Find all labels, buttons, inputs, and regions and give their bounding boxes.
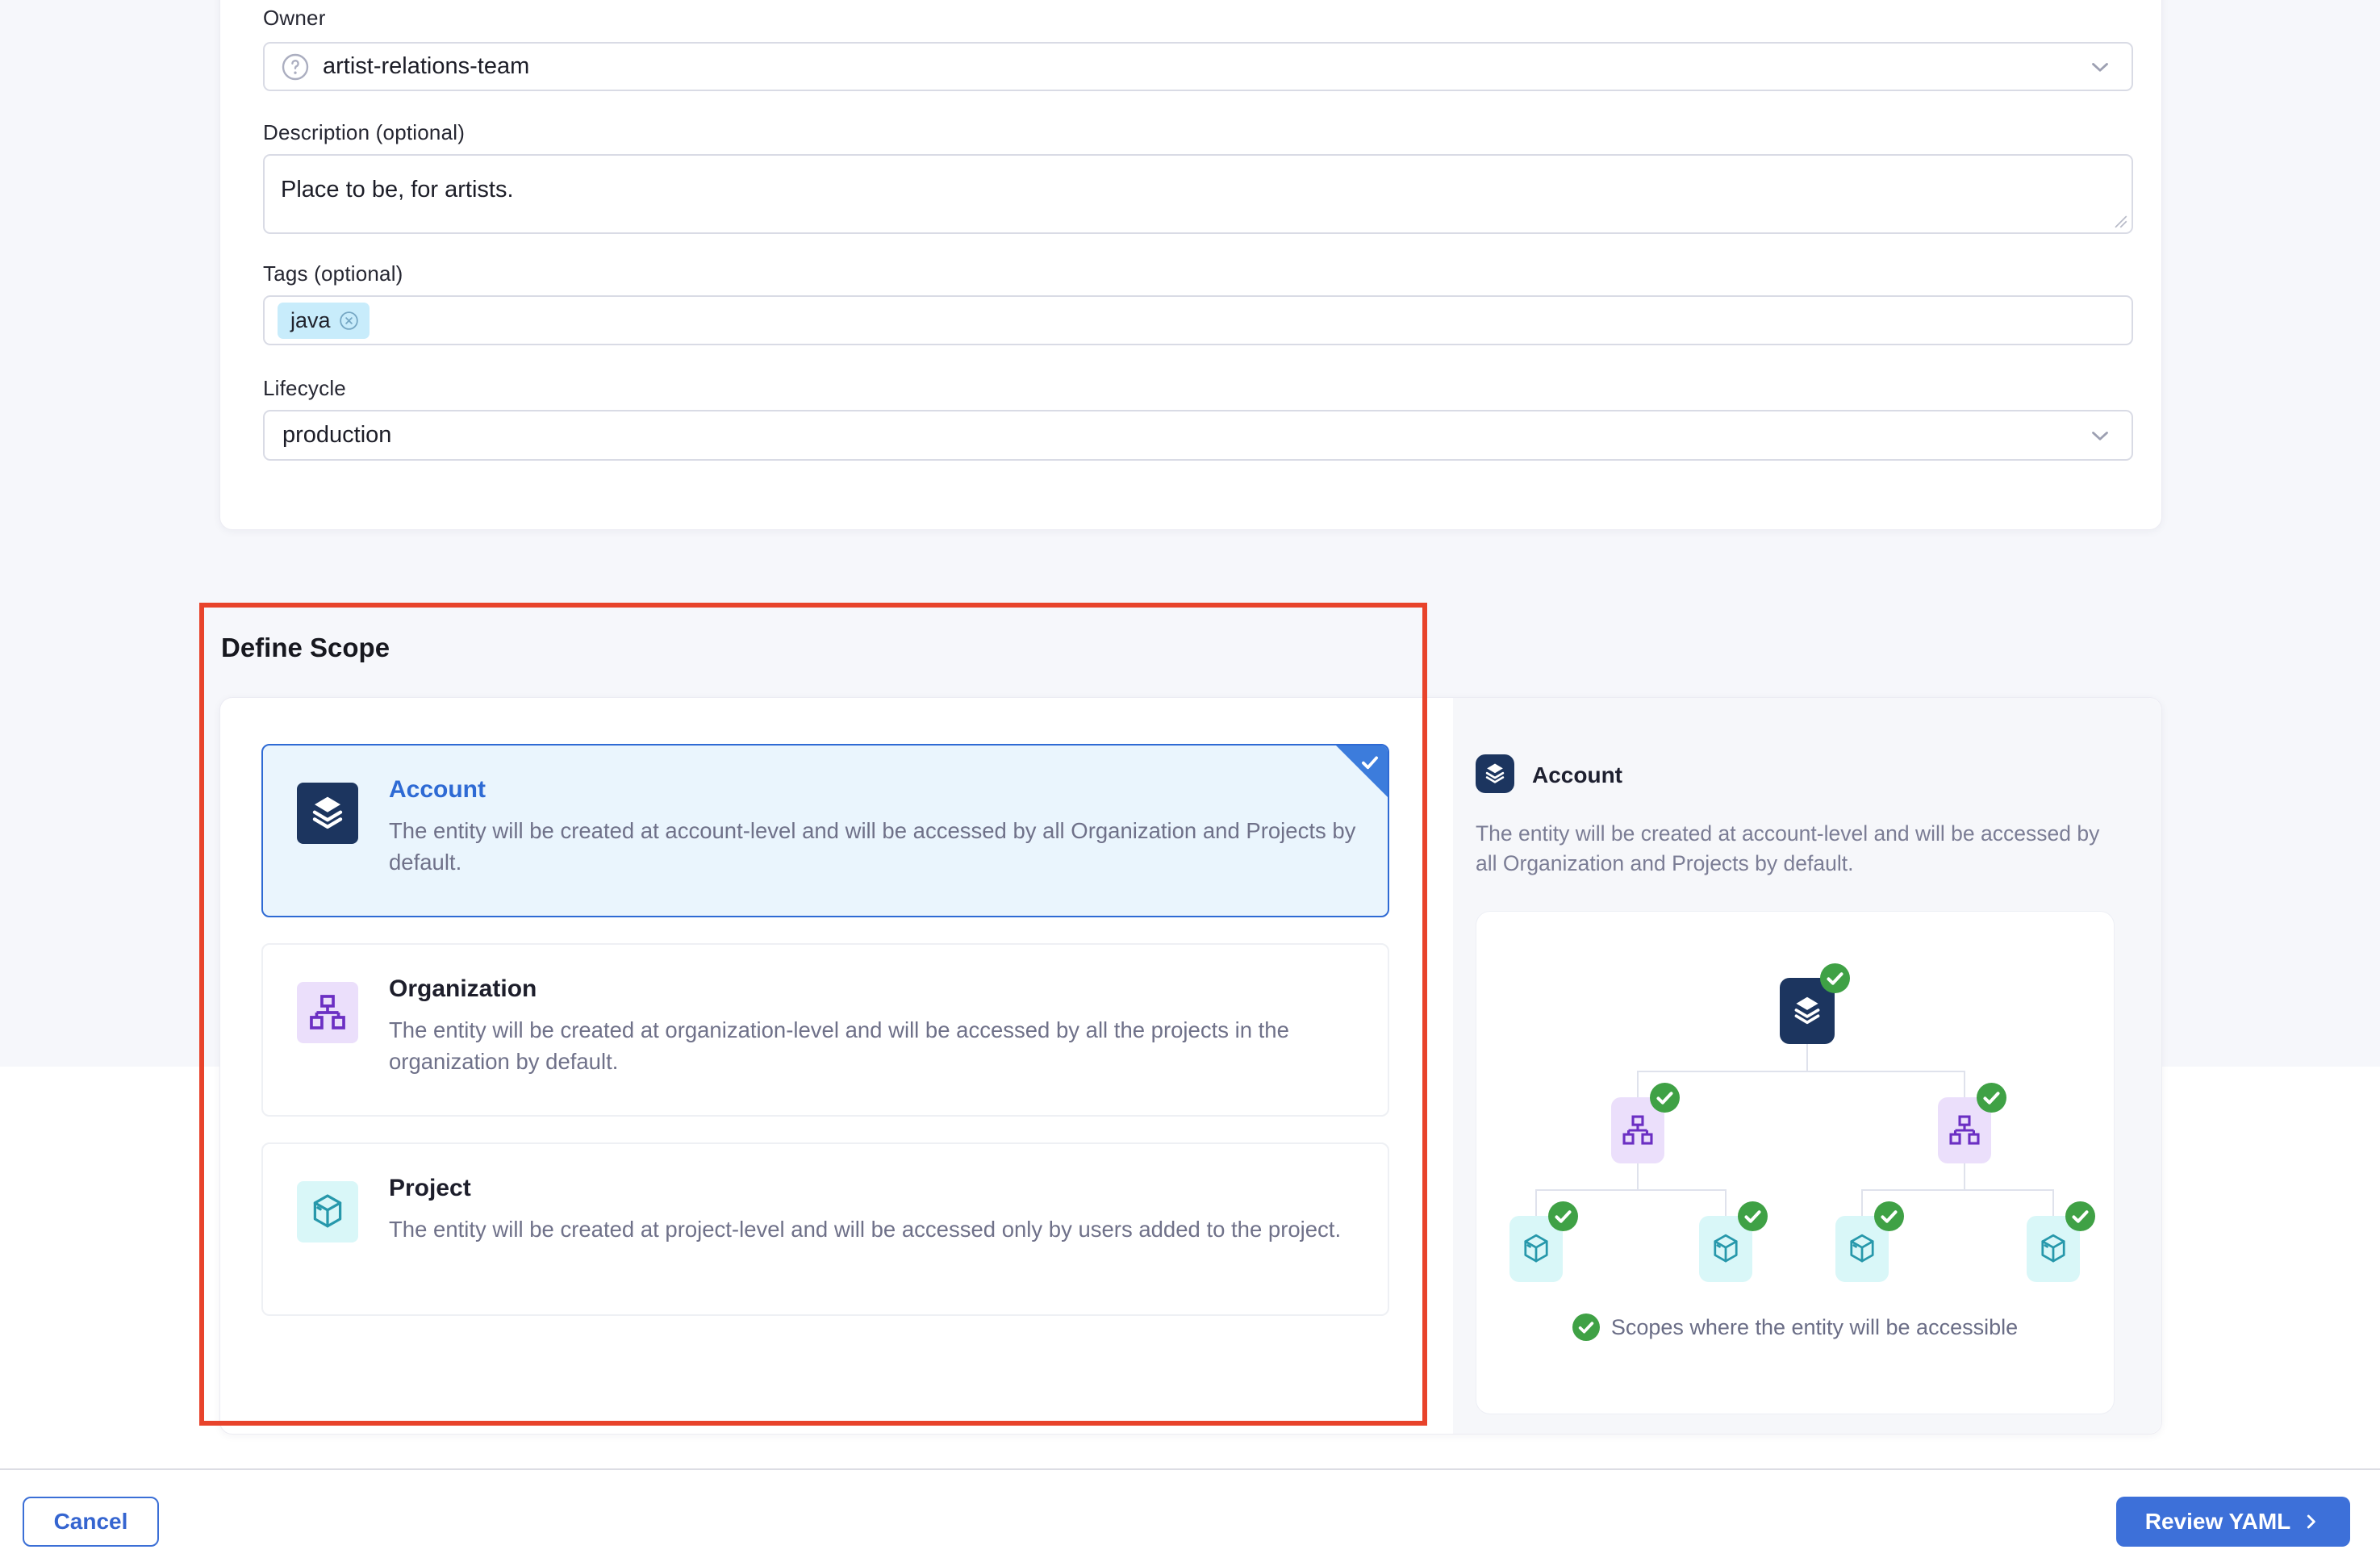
tags-label: Tags (optional): [263, 261, 403, 286]
scope-option-title: Project: [389, 1175, 471, 1202]
tag-chip-label: java: [290, 308, 331, 333]
tree-connector: [2052, 1190, 2054, 1216]
preview-description: The entity will be created at account-le…: [1476, 819, 2113, 879]
org-chart-icon: [307, 992, 349, 1034]
chevron-down-icon[interactable]: [2086, 53, 2114, 81]
scope-option-project[interactable]: Project The entity will be created at pr…: [261, 1142, 1389, 1316]
review-yaml-button[interactable]: Review YAML: [2116, 1497, 2350, 1547]
scope-option-description: The entity will be created at project-le…: [389, 1213, 1361, 1245]
org-chart-icon: [1620, 1113, 1656, 1148]
tree-connector: [1861, 1190, 1863, 1216]
owner-select[interactable]: artist-relations-team: [263, 42, 2133, 91]
description-label: Description (optional): [263, 120, 465, 145]
cube-icon: [1708, 1231, 1743, 1267]
cube-icon: [1518, 1231, 1554, 1267]
question-circle-icon: [281, 52, 310, 81]
description-value: Place to be, for artists.: [281, 177, 514, 203]
define-scope-heading: Define Scope: [221, 633, 390, 663]
review-yaml-label: Review YAML: [2145, 1509, 2291, 1535]
preview-title: Account: [1532, 762, 1622, 788]
scope-option-title: Account: [389, 776, 486, 804]
project-tile: [297, 1181, 358, 1242]
tree-connector: [1637, 1071, 1639, 1097]
check-circle-icon: [1977, 1083, 2006, 1113]
tree-connector: [1861, 1189, 2054, 1191]
tag-chip-java[interactable]: java: [278, 303, 370, 339]
layers-icon: [1789, 993, 1825, 1029]
define-scope-card: Account The entity will be created at ac…: [219, 697, 2162, 1435]
cube-icon: [2036, 1231, 2071, 1267]
lifecycle-label: Lifecycle: [263, 376, 346, 401]
cancel-button[interactable]: Cancel: [23, 1497, 159, 1547]
account-tile-small: [1476, 754, 1514, 793]
check-circle-icon: [2065, 1201, 2095, 1231]
scope-tree-card: Scopes where the entity will be accessib…: [1476, 911, 2115, 1414]
scope-option-organization[interactable]: Organization The entity will be created …: [261, 943, 1389, 1117]
tree-caption: Scopes where the entity will be accessib…: [1476, 1314, 2114, 1341]
tree-connector: [1637, 1163, 1639, 1190]
organization-tile: [297, 982, 358, 1043]
owner-value: artist-relations-team: [323, 53, 529, 80]
tree-connector: [1964, 1163, 1965, 1190]
tags-input[interactable]: java: [263, 295, 2133, 345]
description-textarea[interactable]: Place to be, for artists.: [263, 154, 2133, 234]
scope-option-description: The entity will be created at account-le…: [389, 815, 1361, 878]
tree-connector: [1806, 1044, 1808, 1071]
check-circle-icon: [1820, 963, 1850, 993]
resize-handle-icon[interactable]: [2111, 212, 2127, 228]
layers-icon: [1482, 761, 1508, 787]
cancel-button-label: Cancel: [54, 1509, 128, 1535]
lifecycle-value: production: [282, 422, 391, 449]
lifecycle-select[interactable]: production: [263, 410, 2133, 461]
scope-option-title: Organization: [389, 975, 537, 1003]
scope-option-account[interactable]: Account The entity will be created at ac…: [261, 744, 1389, 917]
check-circle-icon: [1548, 1201, 1578, 1231]
check-circle-icon: [1650, 1083, 1680, 1113]
tree-connector: [1725, 1190, 1727, 1216]
layers-icon: [307, 792, 349, 834]
check-circle-icon: [1874, 1201, 1904, 1231]
check-icon: [1358, 750, 1382, 775]
tree-connector: [1535, 1190, 1537, 1216]
tree-connector: [1535, 1189, 1727, 1191]
tree-caption-text: Scopes where the entity will be accessib…: [1611, 1315, 2018, 1340]
chevron-down-icon[interactable]: [2086, 422, 2114, 449]
cube-icon: [307, 1191, 349, 1233]
org-chart-icon: [1947, 1113, 1982, 1148]
owner-label: Owner: [263, 6, 326, 31]
cube-icon: [1844, 1231, 1880, 1267]
footer-divider: [0, 1468, 2380, 1470]
account-tile: [297, 783, 358, 844]
remove-tag-icon[interactable]: [338, 310, 360, 332]
scope-preview-panel: Account The entity will be created at ac…: [1453, 698, 2161, 1434]
tree-connector: [1637, 1071, 1965, 1072]
scope-option-description: The entity will be created at organizati…: [389, 1014, 1361, 1077]
tree-connector: [1964, 1071, 1965, 1097]
check-circle-icon: [1738, 1201, 1768, 1231]
chevron-right-icon: [2300, 1511, 2321, 1532]
check-circle-icon: [1572, 1314, 1600, 1341]
entity-details-card: Owner artist-relations-team Description …: [219, 0, 2162, 530]
